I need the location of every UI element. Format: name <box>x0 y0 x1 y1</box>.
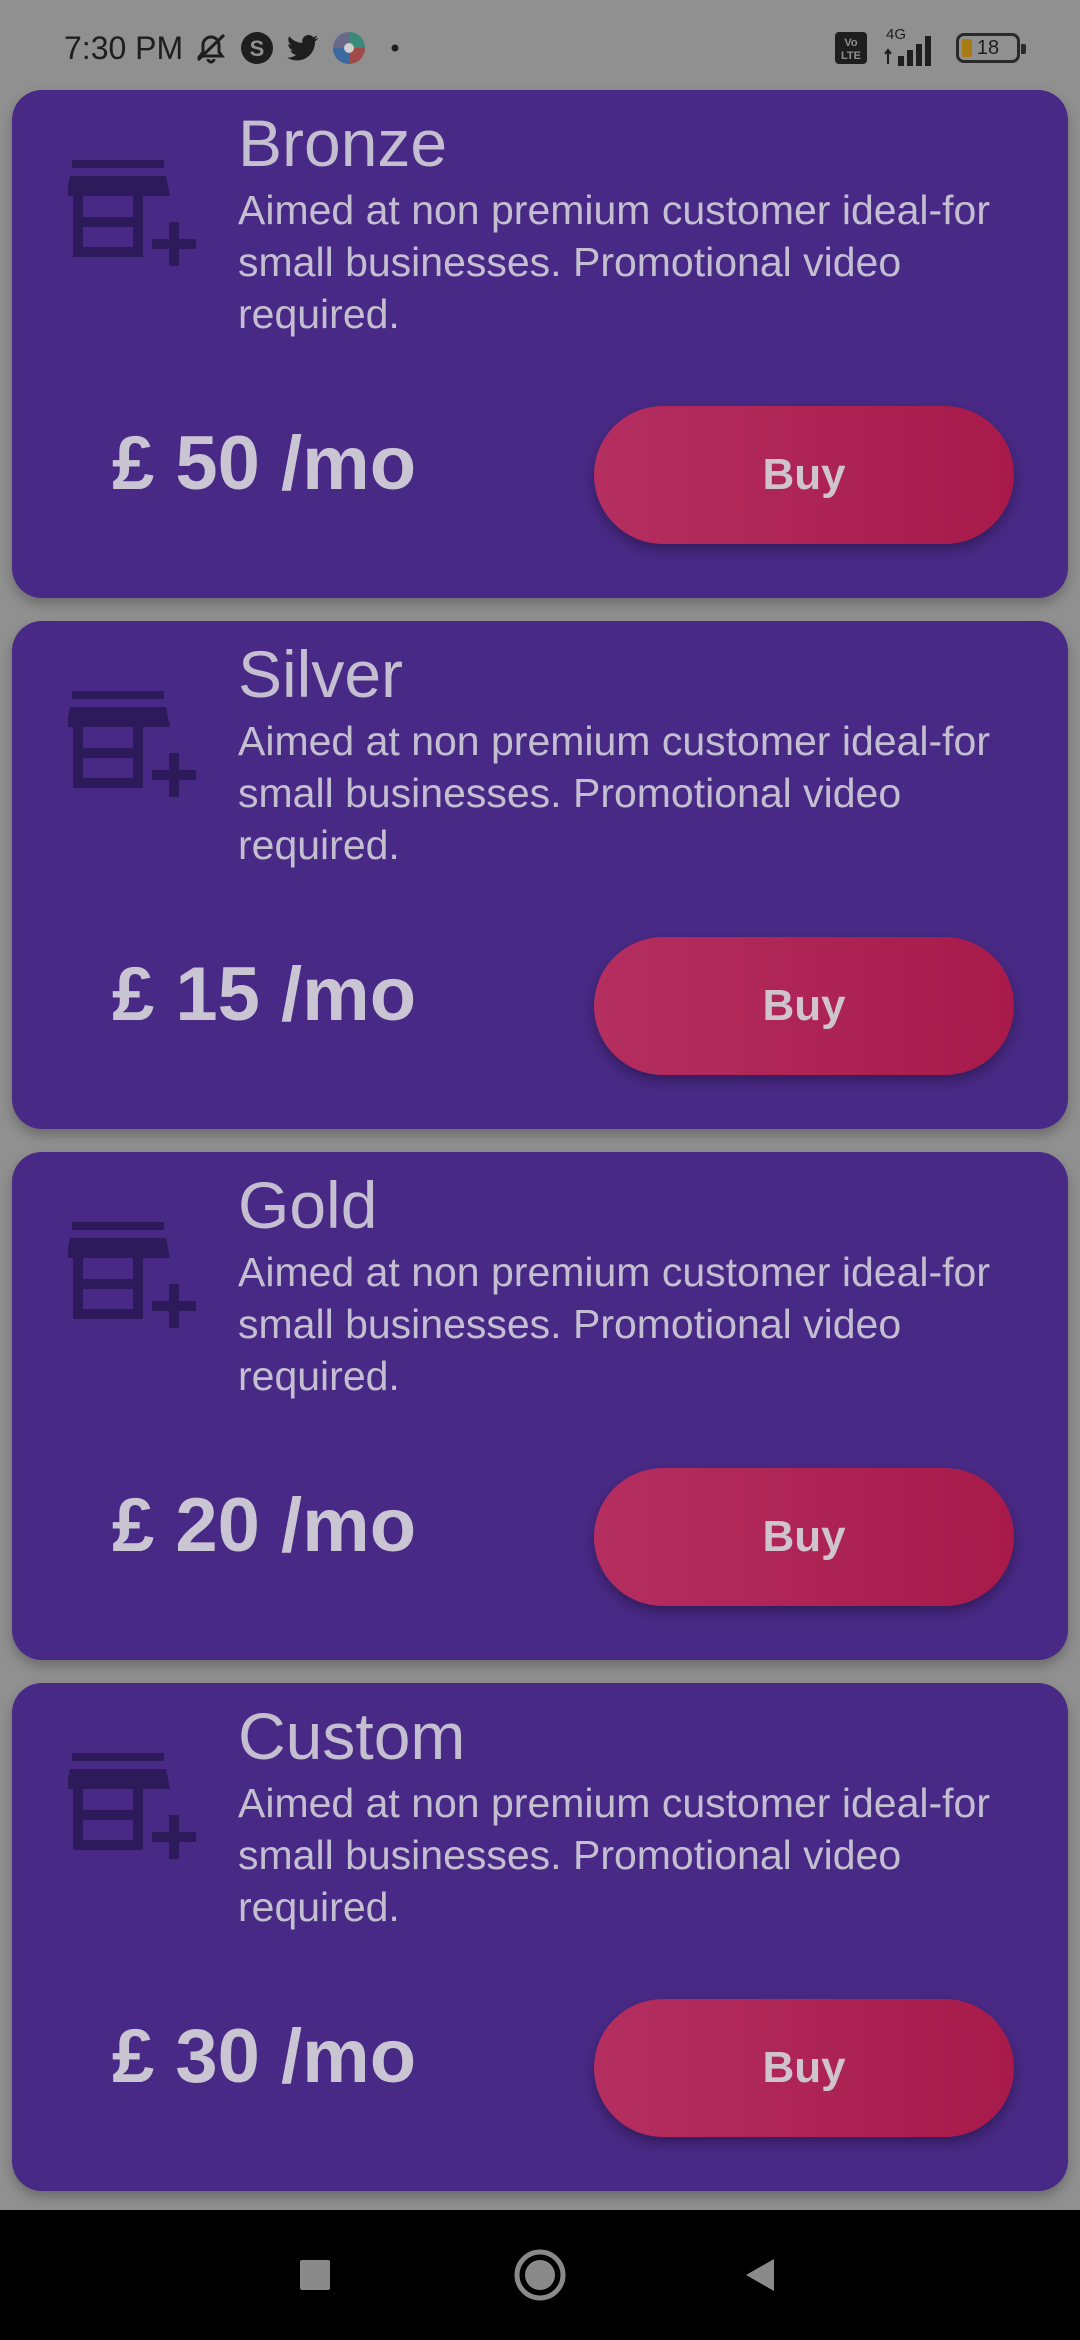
volte-icon: Vo LTE <box>834 31 868 65</box>
plan-card-gold: Gold Aimed at non premium customer ideal… <box>12 1152 1068 1660</box>
plan-name: Gold <box>238 1168 378 1242</box>
recents-square-icon <box>300 2260 330 2290</box>
svg-text:LTE: LTE <box>841 50 861 62</box>
photos-icon <box>331 30 367 66</box>
plan-card-silver: Silver Aimed at non premium customer ide… <box>12 621 1068 1129</box>
plan-price: £ 15 /mo <box>112 952 417 1037</box>
mute-alarm-icon <box>193 30 229 66</box>
battery-level: 18 <box>976 36 1000 59</box>
skype-icon: S <box>239 30 275 66</box>
plan-name: Bronze <box>238 106 448 180</box>
buy-button-custom[interactable]: Buy <box>594 1999 1014 2137</box>
home-circle-icon <box>514 2249 566 2301</box>
signal-icon: 4G <box>882 26 942 68</box>
plan-price: £ 50 /mo <box>112 421 417 506</box>
plan-list[interactable]: Bronze Aimed at non premium customer ide… <box>0 80 1080 2210</box>
buy-button-gold[interactable]: Buy <box>594 1468 1014 1606</box>
buy-button-bronze[interactable]: Buy <box>594 406 1014 544</box>
plan-price: £ 30 /mo <box>112 2014 417 2099</box>
plan-card-bronze: Bronze Aimed at non premium customer ide… <box>12 90 1068 598</box>
plan-description: Aimed at non premium customer ideal-for … <box>238 1249 990 1399</box>
battery-icon: 18 <box>956 33 1026 63</box>
store-add-icon <box>68 1222 196 1328</box>
dot-icon <box>377 30 413 66</box>
svg-text:Vo: Vo <box>844 37 858 49</box>
plan-name: Custom <box>238 1699 466 1773</box>
store-add-icon <box>68 1753 196 1859</box>
status-time: 7:30 PM <box>64 29 184 66</box>
navigation-bar <box>0 2210 1080 2340</box>
twitter-icon <box>285 30 321 66</box>
store-add-icon <box>68 691 196 797</box>
plan-description: Aimed at non premium customer ideal-for … <box>238 187 990 337</box>
plan-price: £ 20 /mo <box>112 1483 417 1568</box>
back-button[interactable] <box>710 2210 810 2340</box>
home-button[interactable] <box>490 2210 590 2340</box>
plan-description: Aimed at non premium customer ideal-for … <box>238 718 990 868</box>
buy-button-silver[interactable]: Buy <box>594 937 1014 1075</box>
status-bar: 7:30 PM S Vo LTE 4G 18 <box>0 0 1080 80</box>
plan-description: Aimed at non premium customer ideal-for … <box>238 1780 990 1930</box>
plan-name: Silver <box>238 637 404 711</box>
plan-card-custom: Custom Aimed at non premium customer ide… <box>12 1683 1068 2191</box>
recents-button[interactable] <box>265 2210 365 2340</box>
back-triangle-icon <box>746 2259 774 2291</box>
store-add-icon <box>68 160 196 266</box>
svg-text:S: S <box>250 36 265 61</box>
